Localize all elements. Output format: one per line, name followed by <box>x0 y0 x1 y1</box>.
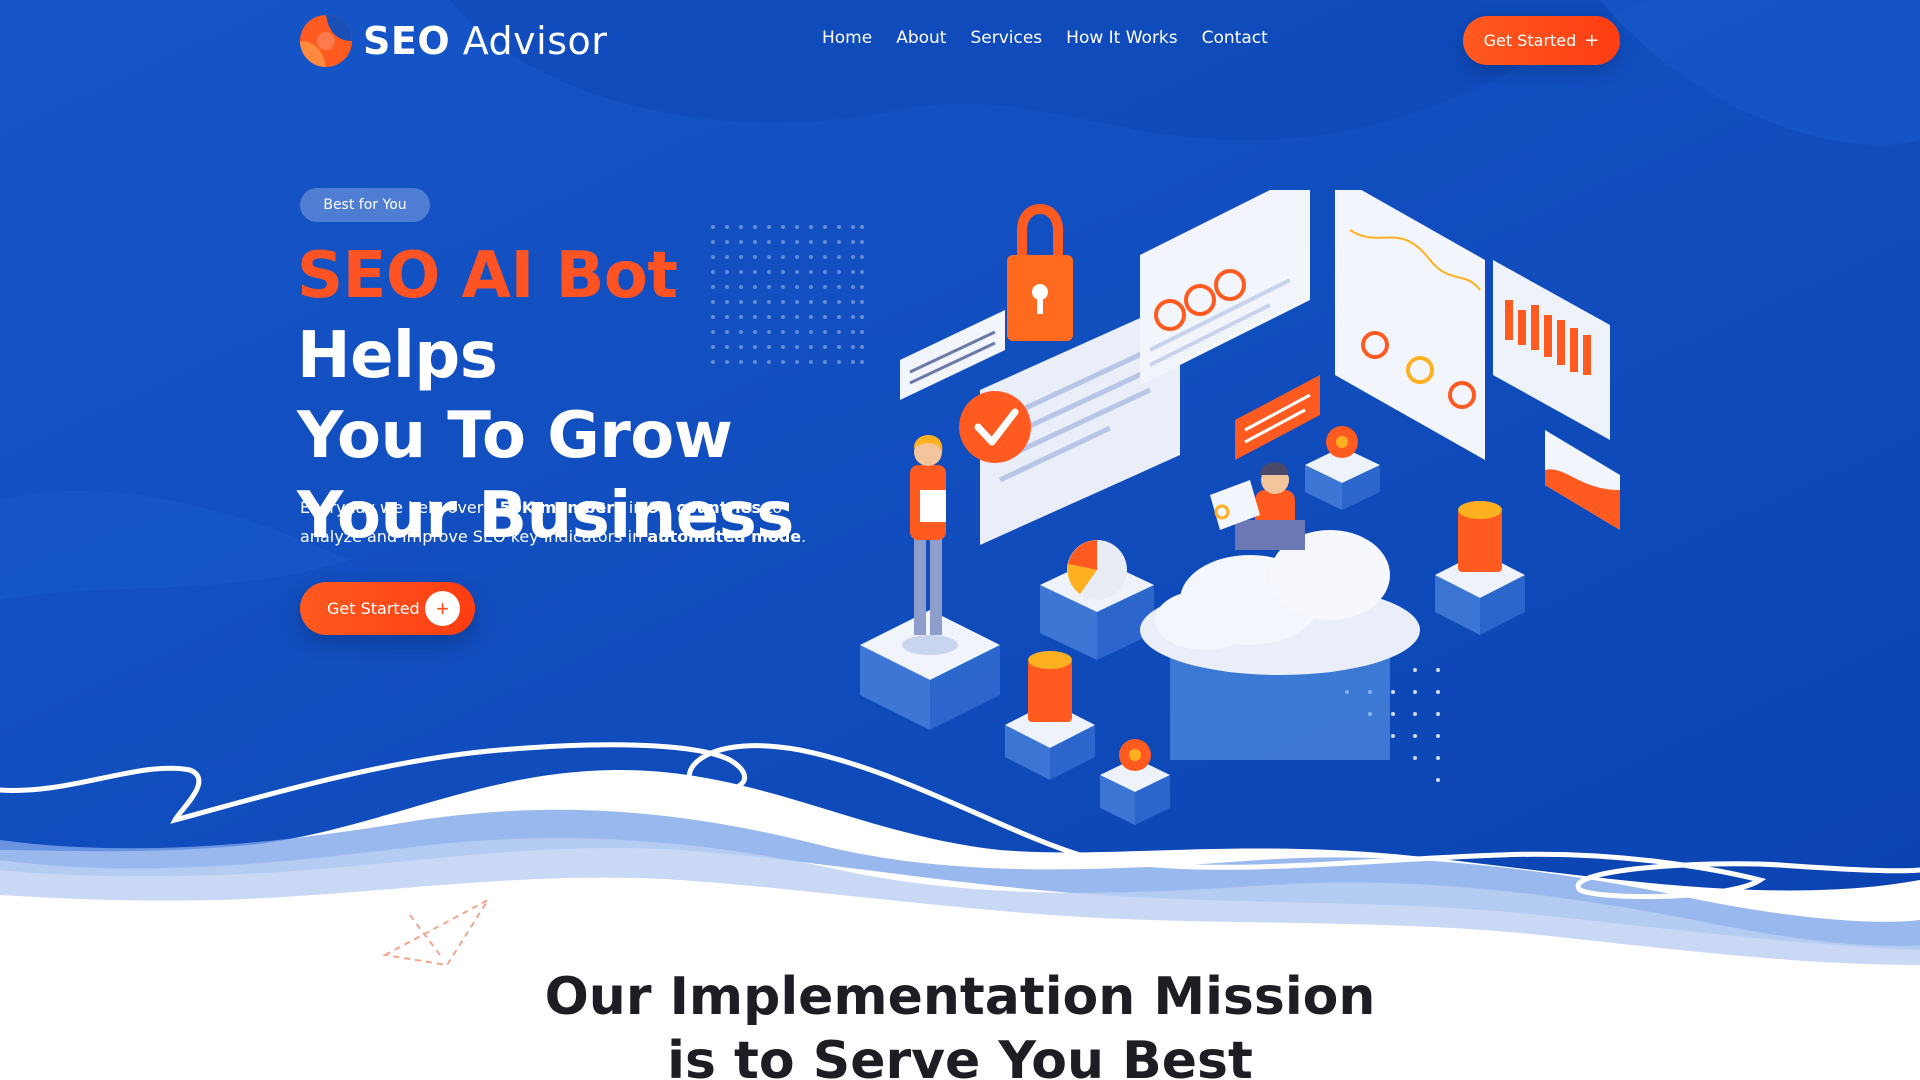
nav-about[interactable]: About <box>896 28 946 48</box>
hero-description: Everyday we help over 150K members in 90… <box>300 493 840 551</box>
brand-logo[interactable]: SEO Advisor <box>299 14 607 68</box>
hero-desc-members: 150K members <box>488 498 624 517</box>
triangle-decoration <box>381 897 490 967</box>
nav-services[interactable]: Services <box>970 28 1042 48</box>
hero-title-accent: SEO AI Bot <box>297 239 678 313</box>
nav-how-it-works[interactable]: How It Works <box>1066 28 1177 48</box>
hero-desc-countries: 90 countries <box>648 498 761 517</box>
hero-title-helps: Helps <box>297 319 498 393</box>
hero-desc-part-4: . <box>801 527 807 546</box>
chat-bubble-icon <box>1235 375 1320 460</box>
cloud <box>1140 530 1420 760</box>
hero-desc-part-1: Everyday we help over <box>300 498 489 517</box>
hero-section: SEO Advisor Home About Services How It W… <box>0 0 1920 1080</box>
checkmark-badge-icon <box>959 391 1031 463</box>
mission-heading: Our Implementation Mission is to Serve Y… <box>0 965 1920 1080</box>
pedestal-gear-top <box>1305 426 1380 510</box>
pedestal-coins <box>1005 651 1095 780</box>
nav-contact[interactable]: Contact <box>1202 28 1268 48</box>
hero-get-started-label: Get Started <box>327 599 420 618</box>
header-get-started-label: Get Started <box>1483 31 1577 50</box>
brand-name-light: Advisor <box>462 19 608 63</box>
area-chart-card <box>1545 430 1620 530</box>
nav-home[interactable]: Home <box>822 28 872 48</box>
pedestal-chart <box>1040 540 1154 660</box>
hero-desc-part-2: in <box>623 498 649 517</box>
plus-icon: + <box>1584 30 1600 51</box>
pedestal-coins-right <box>1435 501 1525 635</box>
hero-title-line-2: You To Grow <box>297 399 733 473</box>
pedestal-gear <box>1100 739 1170 825</box>
rings-panel <box>1140 190 1310 385</box>
mission-heading-line-1: Our Implementation Mission <box>544 967 1376 1027</box>
bar-chart-panel <box>1493 260 1610 440</box>
header-get-started-button[interactable]: Get Started + <box>1463 16 1620 65</box>
lock-icon <box>1007 204 1073 341</box>
hero-get-started-button[interactable]: Get Started + <box>300 582 475 635</box>
man-figure <box>1210 462 1305 550</box>
hero-desc-mode: automated mode <box>647 527 802 546</box>
mission-heading-line-2: is to Serve You Best <box>667 1031 1253 1080</box>
hero-badge: Best for You <box>300 188 430 222</box>
brand-name-bold: SEO <box>363 19 451 63</box>
seo-isometric-illustration <box>860 190 1620 825</box>
plus-circle-icon: + <box>425 591 460 626</box>
analytics-panel <box>1335 190 1485 460</box>
brand-name: SEO Advisor <box>363 19 607 63</box>
logo-icon <box>300 15 352 67</box>
main-navigation: Home About Services How It Works Contact <box>822 28 1268 48</box>
